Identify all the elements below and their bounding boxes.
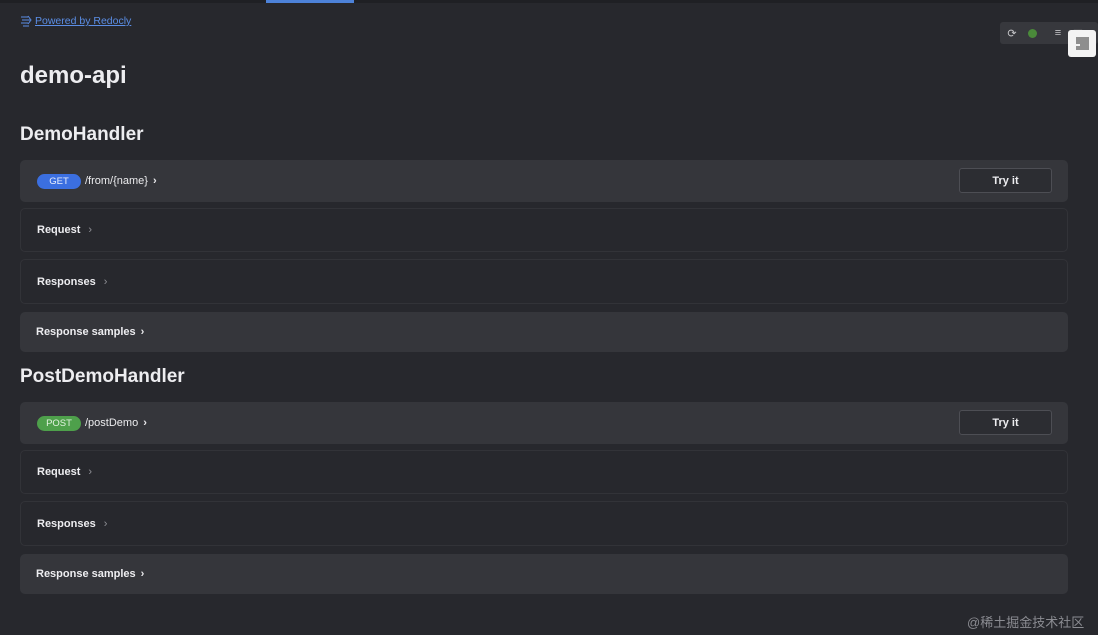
group-title-demohandler: DemoHandler <box>20 124 144 145</box>
section-label: Request <box>37 466 81 478</box>
chevron-right-icon: › <box>103 275 108 288</box>
chevron-right-icon: › <box>140 326 145 338</box>
chevron-right-icon: › <box>103 517 108 530</box>
top-tab-strip <box>0 0 1098 3</box>
status-dot-icon <box>1026 27 1038 39</box>
section-label: Request <box>37 224 81 236</box>
page-title: demo-api <box>20 62 127 89</box>
chevron-right-icon: › <box>88 466 93 478</box>
try-it-button[interactable]: Try it <box>959 168 1052 193</box>
http-method-badge: POST <box>37 415 81 431</box>
redocly-logo-icon <box>21 15 32 27</box>
active-tab-indicator <box>266 0 354 3</box>
response-samples-section[interactable]: Response samples › <box>20 312 1068 352</box>
powered-by-label: Powered by Redocly <box>35 15 132 27</box>
list-icon[interactable]: ≡ <box>1052 27 1064 39</box>
section-label: Response samples <box>36 326 136 338</box>
http-method-badge: GET <box>37 173 81 189</box>
response-samples-section[interactable]: Response samples › <box>20 554 1068 594</box>
chevron-right-icon: › <box>152 175 157 187</box>
panel-toggle-icon <box>1071 37 1089 50</box>
chevron-right-icon: › <box>143 417 147 429</box>
try-it-button[interactable]: Try it <box>959 410 1052 435</box>
powered-by-redocly-link[interactable]: Powered by Redocly <box>20 15 131 27</box>
watermark: @稀土掘金技术社区 <box>967 615 1085 630</box>
responses-section[interactable]: Responses › <box>20 501 1068 546</box>
panel-toggle-button[interactable] <box>1068 30 1096 57</box>
operation-row-get[interactable]: GET /from/{name} › Try it <box>20 160 1068 202</box>
section-label: Responses <box>37 275 96 288</box>
operation-path: /postDemo <box>85 417 139 429</box>
chevron-right-icon: › <box>88 224 93 236</box>
request-section[interactable]: Request › <box>20 450 1068 494</box>
operation-path: /from/{name} <box>85 175 148 187</box>
responses-section[interactable]: Responses › <box>20 259 1068 304</box>
section-label: Responses <box>37 517 96 530</box>
group-title-postdemohandler: PostDemoHandler <box>20 366 185 387</box>
chevron-right-icon: › <box>140 568 145 580</box>
operation-row-post[interactable]: POST /postDemo › Try it <box>20 402 1068 444</box>
refresh-icon[interactable]: ⟳ <box>1006 27 1018 40</box>
request-section[interactable]: Request › <box>20 208 1068 252</box>
section-label: Response samples <box>36 568 136 580</box>
